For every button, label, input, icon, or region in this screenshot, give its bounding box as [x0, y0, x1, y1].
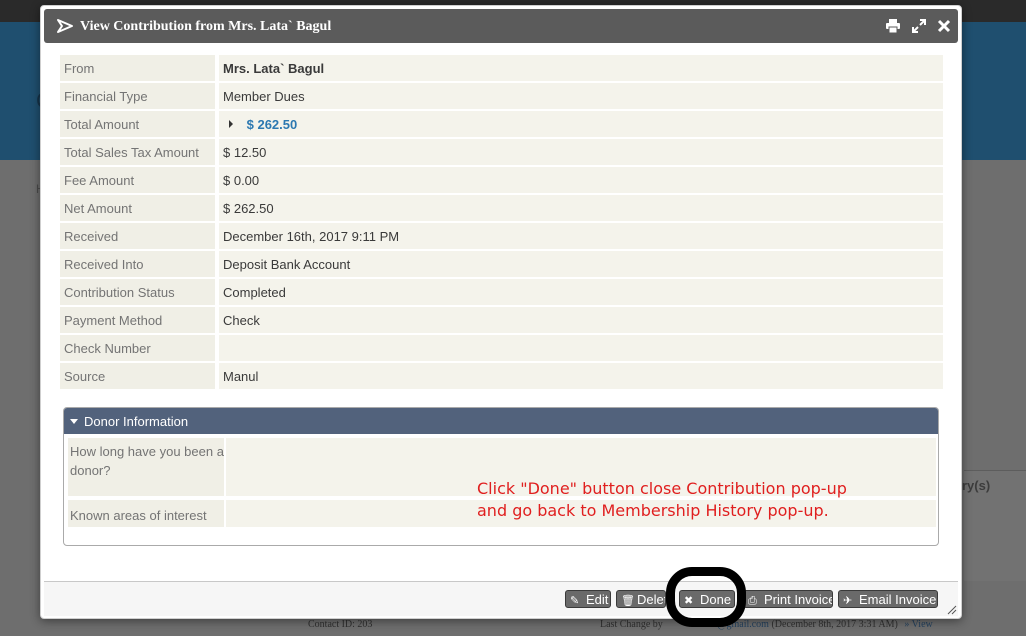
table-row: Payment Method Check: [60, 307, 943, 333]
chevron-down-icon: [70, 419, 78, 424]
print-invoice-button[interactable]: ⎙ Print Invoice: [743, 590, 833, 608]
annotation-line-2: and go back to Membership History pop-up…: [477, 501, 829, 520]
close-icon[interactable]: [936, 18, 952, 34]
field-value: Check: [219, 307, 943, 333]
last-change-prefix: Last Change by: [600, 619, 663, 630]
donor-information-title: Donor Information: [84, 414, 189, 429]
view-link[interactable]: » View: [904, 619, 932, 630]
done-highlight-circle: [666, 567, 746, 627]
field-label: Received Into: [60, 251, 219, 277]
table-row: Net Amount $ 262.50: [60, 195, 943, 221]
table-row: Fee Amount $ 0.00: [60, 167, 943, 193]
total-amount-link[interactable]: $ 262.50: [247, 117, 298, 132]
field-value: $ 262.50: [219, 195, 943, 221]
donor-information-section: Donor Information How long have you been…: [63, 407, 939, 546]
field-value: Manul: [219, 363, 943, 389]
field-label: Payment Method: [60, 307, 219, 333]
print-icon[interactable]: [885, 18, 901, 34]
triangle-logo-icon: [56, 18, 74, 37]
table-row: Source Manul: [60, 363, 943, 389]
table-row: Received Into Deposit Bank Account: [60, 251, 943, 277]
table-row: Total Sales Tax Amount $ 12.50: [60, 139, 943, 165]
field-value: $ 12.50: [219, 139, 943, 165]
field-label: Financial Type: [60, 83, 219, 109]
last-change-text: Last Change by @gmail.com (December 8th,…: [600, 619, 933, 630]
table-row: Contribution Status Completed: [60, 279, 943, 305]
edit-button[interactable]: ✎ Edit: [565, 590, 611, 608]
field-value: Completed: [219, 279, 943, 305]
field-value: Mrs. Lata` Bagul: [219, 55, 943, 81]
field-value: Member Dues: [219, 83, 943, 109]
print-icon: ⎙: [748, 595, 757, 607]
annotation-line-1: Click "Done" button close Contribution p…: [477, 479, 847, 498]
total-amount-cell: $ 262.50: [219, 111, 943, 137]
delete-button-label: Delete: [637, 592, 665, 607]
background-column-header: ry(s): [962, 478, 991, 493]
last-change-date: (December 8th, 2017 3:31 AM): [771, 619, 898, 630]
field-label: Net Amount: [60, 195, 219, 221]
table-row: From Mrs. Lata` Bagul: [60, 55, 943, 81]
table-row: Check Number: [60, 335, 943, 361]
field-label: Total Sales Tax Amount: [60, 139, 219, 165]
trash-icon: 🗑: [621, 595, 635, 607]
field-label: Fee Amount: [60, 167, 219, 193]
contact-id-text: Contact ID: 203: [308, 619, 373, 630]
donor-field-label: How long have you been a donor?: [68, 438, 224, 496]
field-label: Check Number: [60, 335, 219, 361]
contribution-details-table: From Mrs. Lata` Bagul Financial Type Mem…: [60, 53, 943, 391]
expand-arrow-icon[interactable]: [229, 119, 233, 128]
print-invoice-label: Print Invoice: [764, 592, 833, 607]
field-value: Deposit Bank Account: [219, 251, 943, 277]
table-row: Total Amount $ 262.50: [60, 111, 943, 137]
table-row: Financial Type Member Dues: [60, 83, 943, 109]
dialog-title: View Contribution from Mrs. Lata` Bagul: [80, 19, 332, 34]
field-label: Total Amount: [60, 111, 219, 137]
delete-button[interactable]: 🗑 Delete: [616, 590, 666, 608]
view-contribution-dialog: View Contribution from Mrs. Lata` Bagul …: [40, 5, 962, 627]
maximize-icon[interactable]: [911, 18, 927, 34]
email-invoice-button[interactable]: ✈ Email Invoice: [838, 590, 938, 608]
edit-button-label: Edit: [586, 592, 609, 607]
email-invoice-label: Email Invoice: [859, 592, 937, 607]
table-row: Received December 16th, 2017 9:11 PM: [60, 223, 943, 249]
donor-field-label: Known areas of interest: [68, 500, 224, 527]
field-label: From: [60, 55, 219, 81]
field-label: Source: [60, 363, 219, 389]
field-label: Contribution Status: [60, 279, 219, 305]
resize-grip-icon[interactable]: [945, 603, 957, 618]
tutorial-annotation: Click "Done" button close Contribution p…: [477, 478, 847, 522]
field-value: December 16th, 2017 9:11 PM: [219, 223, 943, 249]
field-value: $ 0.00: [219, 167, 943, 193]
dialog-titlebar[interactable]: View Contribution from Mrs. Lata` Bagul: [44, 9, 958, 43]
field-label: Received: [60, 223, 219, 249]
paper-plane-icon: ✈: [843, 595, 853, 607]
field-value: [219, 335, 943, 361]
donor-information-header[interactable]: Donor Information: [64, 408, 938, 434]
pencil-icon: ✎: [570, 595, 580, 607]
